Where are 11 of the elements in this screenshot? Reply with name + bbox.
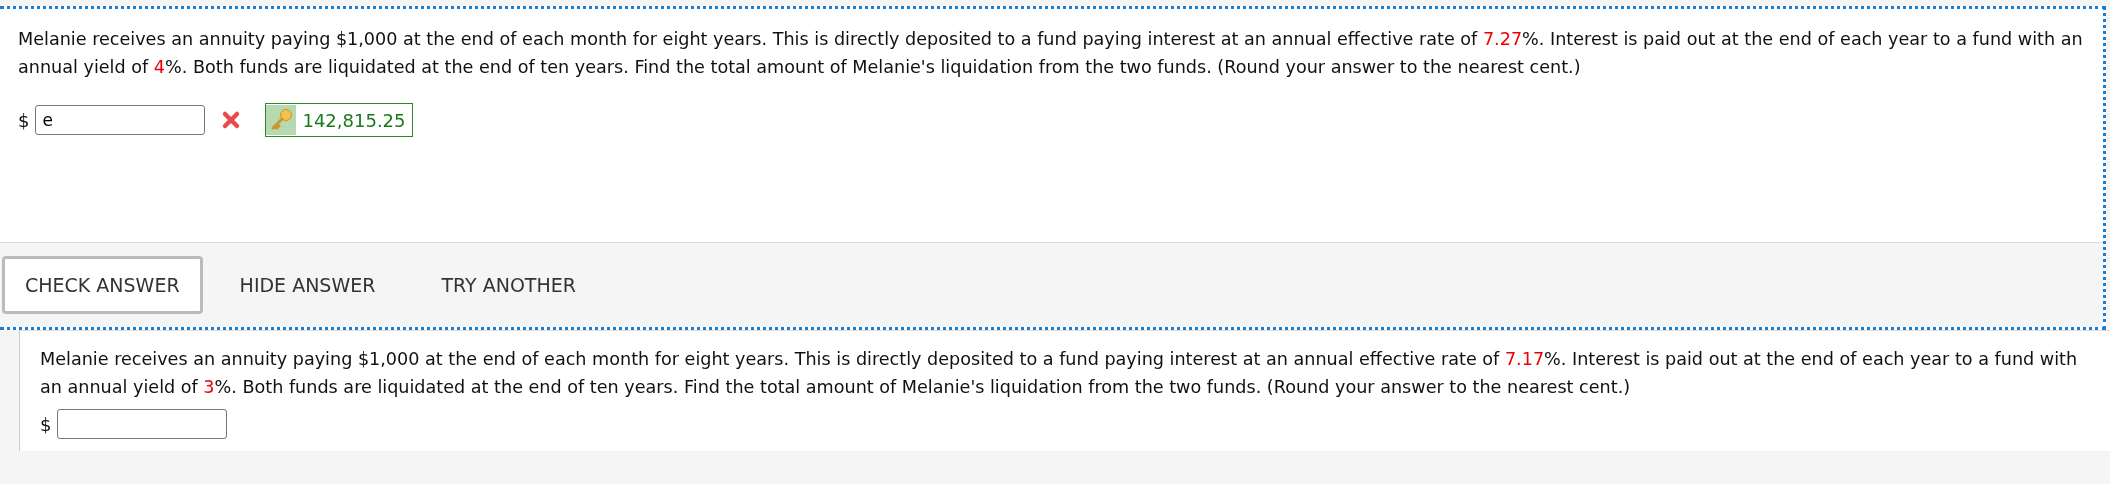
currency-label: $	[40, 413, 52, 435]
answer-field[interactable]: e	[35, 105, 206, 135]
answer-field[interactable]	[57, 409, 228, 439]
correct-answer: 142,815.25	[265, 103, 413, 137]
question-text: Melanie receives an annuity paying $1,000 at the end of each month for eight years. This is directly deposited to a fund paying interest at an annual effective rate of 7.27%. Interest is paid out at the end of each year to a fund with an annual yield of 4%. Both funds are liquidated at the end of ten years. Find the total amount of Melanie's liquidation from the two funds. (Round your answer to the nearest cent.)	[18, 28, 2084, 79]
action-button[interactable]: TRY ANOTHER	[418, 256, 599, 314]
key-icon	[266, 105, 297, 135]
currency-label: $	[18, 109, 30, 131]
question-text: Melanie receives an annuity paying $1,000 at the end of each month for eight years. This is directly deposited to a fund paying interest at an annual effective rate of 7.17%. Interest is paid out at the end of each year to a fund with an annual yield of 3%. Both funds are liquidated at the end of ten years. Find the total amount of Melanie's liquidation from the two funds. (Round your answer to the nearest cent.)	[40, 348, 2079, 399]
action-button[interactable]: CHECK ANSWER	[2, 256, 203, 314]
action-button[interactable]: HIDE ANSWER	[216, 256, 399, 314]
